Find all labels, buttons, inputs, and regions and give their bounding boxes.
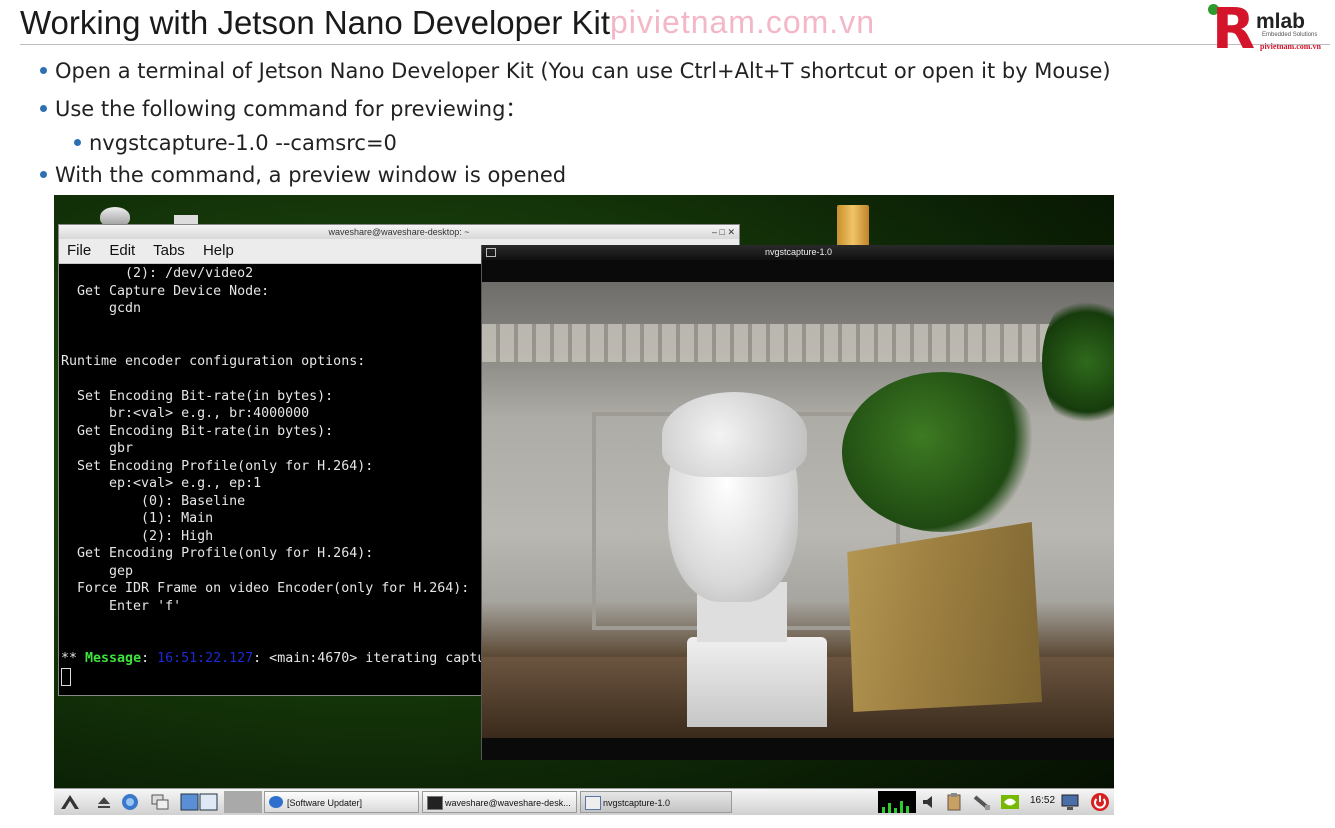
terminal-cursor (61, 667, 71, 686)
window-controls[interactable]: – □ ✕ (712, 225, 735, 239)
bullet-text: Use the following command for previewing… (55, 97, 527, 121)
bust-hair (662, 392, 807, 477)
terminal-title: waveshare@waveshare-desktop: ~ (328, 227, 470, 237)
clock[interactable]: 16:52 (1030, 795, 1055, 806)
title-rule (20, 44, 1330, 45)
logo-r: R (1212, 0, 1256, 62)
message-rest: : <main:4670> iterating capturing (253, 651, 518, 666)
bullet-4: With the command, a preview window is op… (40, 163, 566, 187)
volume-icon[interactable] (920, 792, 940, 812)
menu-file[interactable]: File (67, 242, 91, 259)
task-software-updater[interactable]: [Software Updater] (264, 791, 419, 813)
bullet-text: nvgstcapture-1.0 --camsrc=0 (89, 131, 397, 155)
bullet-text: With the command, a preview window is op… (55, 163, 567, 187)
desktop-screenshot: waveshare@waveshare-desktop: ~ – □ ✕ Fil… (54, 195, 1114, 815)
message-prefix: ** (61, 651, 86, 666)
bullet-dot-icon (74, 138, 81, 146)
cpu-bar (882, 807, 885, 813)
wall-molding (482, 324, 1114, 362)
task-terminal[interactable]: waveshare@waveshare-desk... (422, 791, 577, 813)
menu-edit[interactable]: Edit (109, 242, 135, 259)
logo-url: pivietnam.com.vn (1260, 42, 1321, 51)
rmlab-logo: R mlab Embedded Solutions pivietnam.com.… (1206, 2, 1332, 60)
bullet-text: Open a terminal of Jetson Nano Developer… (55, 59, 1111, 83)
plant-leaves (842, 372, 1042, 532)
bullet-2: Use the following command for previewing… (40, 93, 526, 123)
task-label: [Software Updater] (287, 798, 363, 808)
cpu-monitor (878, 791, 916, 813)
bullet-dot-icon (40, 170, 47, 178)
logo-main: mlab (1256, 10, 1306, 33)
bust-base (687, 637, 827, 727)
eject-icon[interactable] (94, 792, 114, 812)
window-menu-icon[interactable] (486, 248, 496, 257)
camera-titlebar[interactable]: nvgstcapture-1.0 (482, 245, 1114, 260)
window-icon (585, 796, 601, 810)
bullet-3: nvgstcapture-1.0 --camsrc=0 (74, 131, 397, 155)
cpu-bar (906, 806, 909, 813)
cpu-bar (888, 803, 891, 813)
plant-leaves-right (1042, 292, 1114, 432)
usb-icon[interactable] (972, 792, 992, 812)
terminal-icon (427, 796, 443, 810)
updater-icon (269, 796, 283, 808)
task-nvgstcapture[interactable]: nvgstcapture-1.0 (580, 791, 732, 813)
taskbar-spacer (224, 791, 262, 813)
cpu-bar (900, 801, 903, 813)
task-label: nvgstcapture-1.0 (603, 798, 671, 808)
watermark-text: pivietnam.com.vn (610, 4, 875, 40)
network-icon[interactable] (1060, 792, 1080, 812)
message-label: Message (85, 651, 142, 666)
bullet-dot-icon (40, 66, 47, 74)
browser-icon[interactable] (120, 792, 140, 812)
terminal-titlebar[interactable]: waveshare@waveshare-desktop: ~ – □ ✕ (59, 225, 739, 239)
task-label: waveshare@waveshare-desk... (445, 798, 571, 808)
logo-sub: Embedded Solutions (1262, 32, 1318, 38)
nvidia-icon[interactable] (1000, 792, 1020, 812)
desktop-icon[interactable] (180, 792, 220, 812)
bullet-dot-icon (40, 104, 47, 112)
camera-window[interactable]: nvgstcapture-1.0 (481, 245, 1114, 760)
menu-help[interactable]: Help (203, 242, 234, 259)
taskbar: [Software Updater] waveshare@waveshare-d… (54, 788, 1114, 815)
bullet-1: Open a terminal of Jetson Nano Developer… (40, 59, 1111, 83)
windows-icon[interactable] (150, 792, 170, 812)
cpu-bar (894, 808, 897, 813)
menu-icon[interactable] (60, 792, 80, 812)
menu-tabs[interactable]: Tabs (153, 242, 185, 259)
power-icon[interactable] (1090, 792, 1110, 812)
page-title: Working with Jetson Nano Developer Kit (20, 4, 611, 41)
camera-title: nvgstcapture-1.0 (764, 247, 833, 257)
message-colon: : (141, 651, 158, 666)
clipboard-icon[interactable] (944, 792, 964, 812)
camera-preview (482, 282, 1114, 738)
message-time: 16:51:22.127 (157, 651, 254, 666)
desktop-folder-icon[interactable] (837, 205, 869, 247)
